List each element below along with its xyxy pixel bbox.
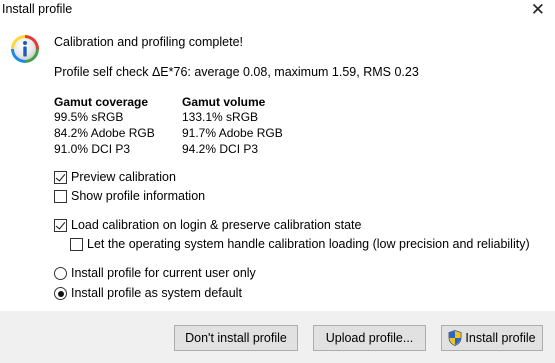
dont-install-button-label: Don't install profile: [185, 331, 287, 345]
gamut-volume-header: Gamut volume: [182, 95, 266, 109]
install-profile-button[interactable]: Install profile: [441, 325, 543, 351]
gamut-coverage-header: Gamut coverage: [54, 95, 149, 109]
dont-install-button[interactable]: Don't install profile: [174, 325, 298, 351]
volume-adobe-rgb: 91.7% Adobe RGB: [182, 126, 283, 140]
title-bar: Install profile ✕: [0, 0, 555, 22]
coverage-srgb: 99.5% sRGB: [54, 110, 124, 124]
show-profile-info-checkbox[interactable]: [54, 190, 67, 203]
os-handle-loading-checkbox[interactable]: [70, 238, 83, 251]
info-icon: [11, 35, 39, 63]
window-title: Install profile: [2, 2, 73, 16]
install-system-default-radio[interactable]: [54, 287, 67, 300]
uac-shield-icon: [449, 330, 462, 346]
load-calibration-label[interactable]: Load calibration on login & preserve cal…: [71, 218, 361, 232]
os-handle-loading-label[interactable]: Let the operating system handle calibrat…: [87, 237, 530, 251]
upload-profile-button[interactable]: Upload profile...: [313, 325, 426, 351]
volume-dci-p3: 94.2% DCI P3: [182, 142, 259, 156]
install-profile-button-label: Install profile: [465, 331, 536, 345]
install-current-user-label[interactable]: Install profile for current user only: [71, 266, 256, 280]
upload-profile-button-label: Upload profile...: [325, 331, 414, 345]
install-current-user-radio[interactable]: [54, 267, 67, 280]
show-profile-info-label[interactable]: Show profile information: [71, 189, 205, 203]
preview-calibration-checkbox[interactable]: [54, 171, 67, 184]
volume-srgb: 133.1% sRGB: [182, 110, 259, 124]
load-calibration-checkbox[interactable]: [54, 219, 67, 232]
install-system-default-label[interactable]: Install profile as system default: [71, 286, 242, 300]
preview-calibration-label[interactable]: Preview calibration: [71, 170, 176, 184]
close-icon[interactable]: ✕: [531, 0, 545, 20]
completion-message: Calibration and profiling complete!: [54, 35, 243, 49]
coverage-dci-p3: 91.0% DCI P3: [54, 142, 131, 156]
coverage-adobe-rgb: 84.2% Adobe RGB: [54, 126, 155, 140]
self-check-summary: Profile self check ΔE*76: average 0.08, …: [54, 65, 419, 79]
